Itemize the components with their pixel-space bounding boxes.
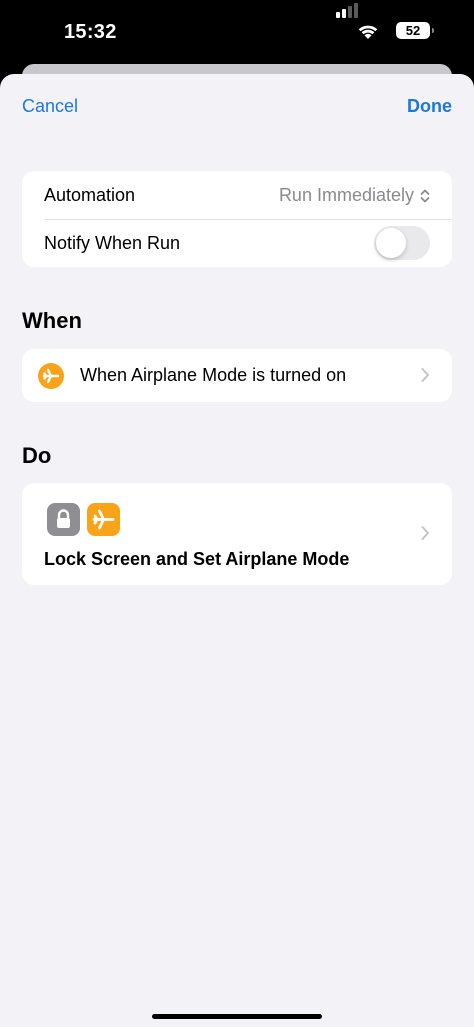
notify-row: Notify When Run (22, 219, 452, 267)
action-label: Lock Screen and Set Airplane Mode (44, 549, 350, 569)
status-time: 15:32 (64, 21, 117, 43)
battery-indicator: 52 (396, 22, 434, 39)
automation-value[interactable]: Run Immediately (279, 185, 430, 206)
chevron-right-icon (421, 526, 429, 540)
home-indicator[interactable] (152, 1014, 322, 1019)
lock-icon (47, 503, 80, 536)
settings-card: Automation Run Immediately Notify When R… (22, 171, 452, 267)
cancel-button[interactable]: Cancel (22, 96, 78, 117)
cellular-signal-icon (336, 2, 360, 18)
up-down-chevron-icon (420, 189, 430, 203)
status-bar: 15:32 52 (0, 0, 474, 62)
notify-label: Notify When Run (44, 233, 181, 253)
automation-row[interactable]: Automation Run Immediately (22, 171, 452, 220)
airplane-icon (87, 503, 120, 536)
automation-value-text: Run Immediately (278, 185, 414, 205)
airplane-icon (38, 363, 64, 389)
wifi-icon (358, 25, 378, 39)
do-section-title: Do (22, 443, 52, 468)
automation-label: Automation (44, 185, 136, 205)
toggle-knob (376, 228, 406, 258)
trigger-label: When Airplane Mode is turned on (80, 365, 347, 385)
chevron-right-icon (421, 368, 429, 382)
do-action-row[interactable]: Lock Screen and Set Airplane Mode (22, 483, 452, 585)
when-section-title: When (22, 308, 82, 333)
done-button[interactable]: Done (407, 96, 452, 117)
notify-toggle[interactable] (374, 226, 430, 260)
when-trigger-row[interactable]: When Airplane Mode is turned on (22, 349, 452, 402)
automation-sheet: Cancel Done Automation Run Immediately N… (0, 74, 474, 1027)
